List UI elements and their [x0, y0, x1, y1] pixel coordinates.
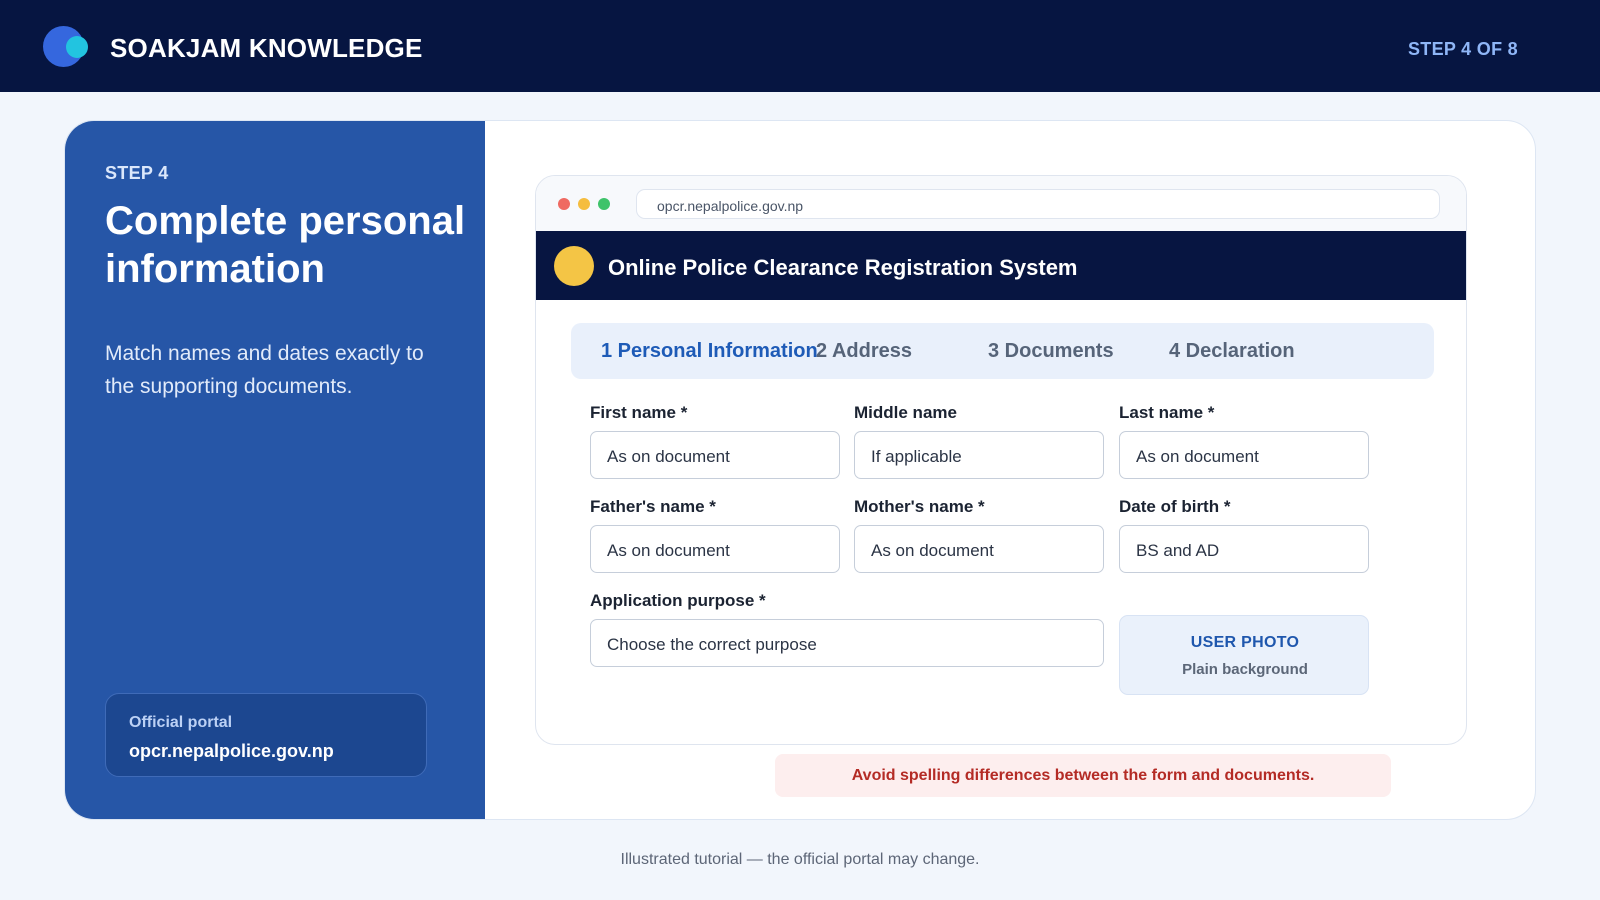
date-of-birth-field[interactable]: BS and AD — [1119, 525, 1369, 573]
father-name-field[interactable]: As on document — [590, 525, 840, 573]
tab-declaration[interactable]: 4 Declaration — [1169, 340, 1295, 363]
spelling-warning: Avoid spelling differences between the f… — [775, 754, 1391, 797]
user-photo-title: USER PHOTO — [1190, 634, 1300, 651]
site-header: Online Police Clearance Registration Sys… — [536, 231, 1466, 300]
portal-url: opcr.nepalpolice.gov.np — [129, 741, 334, 761]
browser-mockup: opcr.nepalpolice.gov.np Online Police Cl… — [535, 175, 1467, 745]
first-name-placeholder: As on document — [607, 447, 730, 466]
tutorial-card: STEP 4 Complete personal information Mat… — [64, 120, 1536, 820]
brand-logo-icon — [43, 26, 91, 68]
portal-label: Official portal — [129, 714, 233, 731]
spelling-warning-text: Avoid spelling differences between the f… — [851, 767, 1315, 784]
tab-personal-information[interactable]: 1 Personal Information — [601, 340, 818, 363]
application-purpose-placeholder: Choose the correct purpose — [607, 635, 817, 654]
address-bar-url: opcr.nepalpolice.gov.np — [657, 198, 804, 214]
footnote: Illustrated tutorial — the official port… — [620, 851, 980, 868]
step-label: STEP 4 — [105, 163, 169, 183]
father-name-label: Father's name * — [590, 497, 716, 516]
step-description: Match names and dates exactly to the sup… — [105, 342, 424, 398]
mother-name-field[interactable]: As on document — [854, 525, 1104, 573]
top-bar: SOAKJAM KNOWLEDGE STEP 4 OF 8 — [0, 0, 1600, 92]
application-purpose-label: Application purpose * — [590, 591, 766, 610]
official-portal-box: Official portal opcr.nepalpolice.gov.np — [105, 693, 427, 777]
step-title: Complete personal information — [105, 199, 466, 291]
date-of-birth-label: Date of birth * — [1119, 497, 1231, 516]
application-purpose-select[interactable]: Choose the correct purpose — [590, 619, 1104, 667]
address-bar[interactable]: opcr.nepalpolice.gov.np — [636, 189, 1440, 219]
father-name-placeholder: As on document — [607, 541, 730, 560]
last-name-label: Last name * — [1119, 403, 1215, 422]
user-photo-hint: Plain background — [1182, 661, 1308, 678]
site-title: Online Police Clearance Registration Sys… — [608, 255, 1078, 280]
first-name-field[interactable]: As on document — [590, 431, 840, 479]
user-photo-upload[interactable]: USER PHOTO Plain background — [1119, 615, 1369, 695]
mother-name-placeholder: As on document — [871, 541, 994, 560]
close-dot-icon — [558, 198, 570, 210]
tab-address[interactable]: 2 Address — [816, 340, 912, 363]
last-name-placeholder: As on document — [1136, 447, 1259, 466]
emblem-icon — [554, 246, 594, 286]
mother-name-label: Mother's name * — [854, 497, 985, 516]
tab-documents[interactable]: 3 Documents — [988, 340, 1114, 363]
date-of-birth-placeholder: BS and AD — [1136, 541, 1220, 560]
step-info-panel: STEP 4 Complete personal information Mat… — [65, 121, 485, 819]
maximize-dot-icon — [598, 198, 610, 210]
minimize-dot-icon — [578, 198, 590, 210]
middle-name-label: Middle name — [854, 403, 957, 422]
step-counter: STEP 4 OF 8 — [1407, 39, 1518, 59]
middle-name-placeholder: If applicable — [871, 447, 962, 466]
brand-name: SOAKJAM KNOWLEDGE — [110, 33, 423, 63]
first-name-label: First name * — [590, 403, 688, 422]
middle-name-field[interactable]: If applicable — [854, 431, 1104, 479]
browser-chrome: opcr.nepalpolice.gov.np — [536, 176, 1466, 231]
last-name-field[interactable]: As on document — [1119, 431, 1369, 479]
form-steps-tabs: 1 Personal Information 2 Address 3 Docum… — [571, 323, 1434, 379]
